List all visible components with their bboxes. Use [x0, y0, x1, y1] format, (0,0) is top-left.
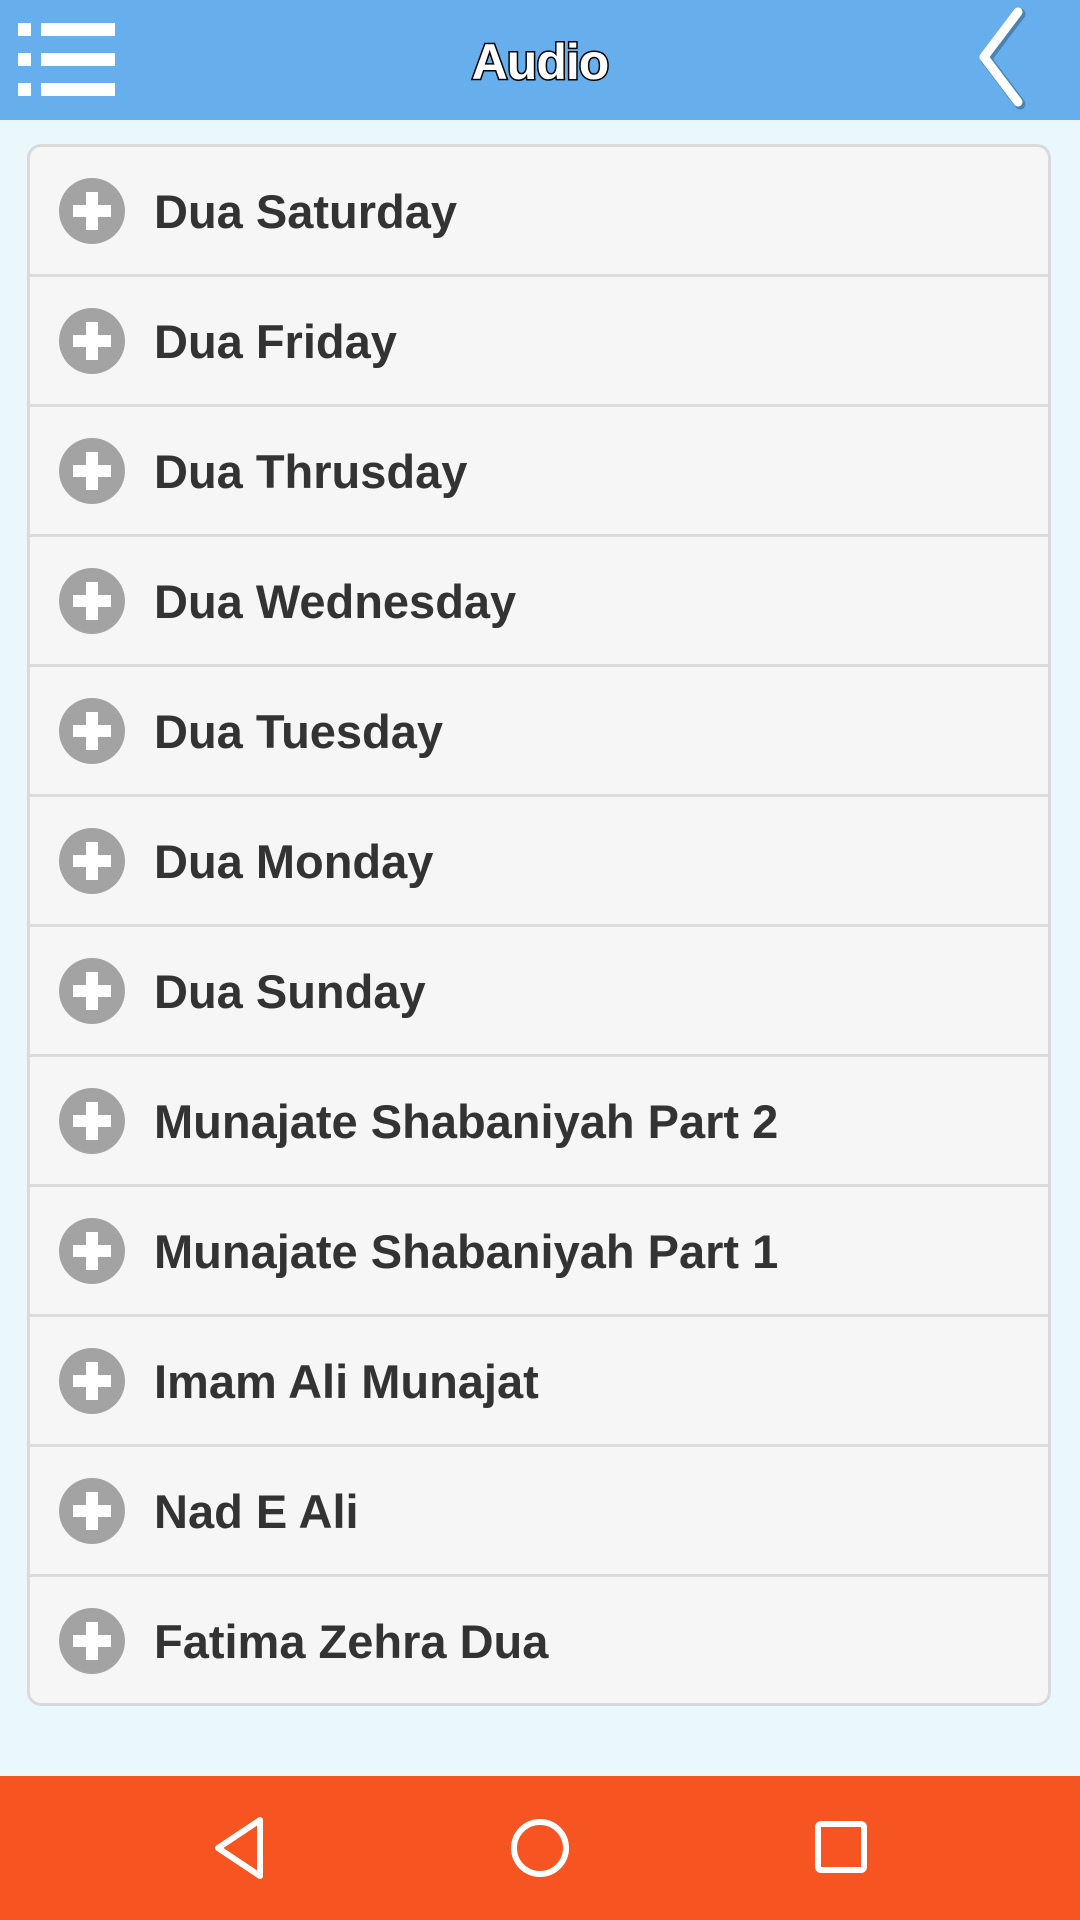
list-item-label: Dua Sunday — [154, 965, 426, 1018]
plus-circle-icon — [59, 1218, 125, 1284]
list-item[interactable]: Nad E Ali — [30, 1447, 1048, 1577]
list-item[interactable]: Dua Wednesday — [30, 537, 1048, 667]
audio-list: Dua Saturday Dua Friday Dua Thrusday Dua We… — [27, 144, 1051, 1706]
plus-circle-icon — [59, 1088, 125, 1154]
app-header: Audio — [0, 0, 1080, 120]
nav-back-button[interactable] — [200, 1812, 280, 1884]
back-button[interactable] — [974, 4, 1034, 110]
back-triangle-icon — [215, 1817, 263, 1879]
nav-home-button[interactable] — [500, 1812, 580, 1884]
list-item[interactable]: Dua Tuesday — [30, 667, 1048, 797]
list-item-label: Imam Ali Munajat — [154, 1355, 539, 1408]
android-navigation-bar — [0, 1776, 1080, 1920]
plus-circle-icon — [59, 438, 125, 504]
plus-circle-icon — [59, 308, 125, 374]
plus-circle-icon — [59, 1478, 125, 1544]
list-item-label: Dua Friday — [154, 315, 397, 368]
list-item[interactable]: Dua Friday — [30, 277, 1048, 407]
list-item-label: Munajate Shabaniyah Part 1 — [154, 1225, 779, 1278]
plus-circle-icon — [59, 698, 125, 764]
nav-recents-button[interactable] — [800, 1812, 880, 1884]
list-item-label: Dua Saturday — [154, 185, 457, 238]
plus-circle-icon — [59, 1348, 125, 1414]
plus-circle-icon — [59, 178, 125, 244]
list-item[interactable]: Munajate Shabaniyah Part 2 — [30, 1057, 1048, 1187]
list-item[interactable]: Munajate Shabaniyah Part 1 — [30, 1187, 1048, 1317]
plus-circle-icon — [59, 828, 125, 894]
recents-square-icon — [815, 1821, 867, 1873]
list-item[interactable]: Dua Monday — [30, 797, 1048, 927]
page-title: Audio — [470, 33, 611, 92]
chevron-left-icon — [979, 7, 1026, 110]
list-item-label: Munajate Shabaniyah Part 2 — [154, 1095, 779, 1148]
list-item-label: Nad E Ali — [154, 1485, 359, 1538]
list-item-label: Dua Tuesday — [154, 705, 444, 758]
plus-circle-icon — [59, 958, 125, 1024]
list-item[interactable]: Fatima Zehra Dua — [30, 1577, 1048, 1703]
plus-circle-icon — [59, 1608, 125, 1674]
home-circle-icon — [511, 1819, 569, 1877]
list-item[interactable]: Dua Thrusday — [30, 407, 1048, 537]
list-item[interactable]: Dua Saturday — [30, 147, 1048, 277]
plus-circle-icon — [59, 568, 125, 634]
list-item[interactable]: Dua Sunday — [30, 927, 1048, 1057]
list-item-label: Dua Wednesday — [154, 575, 517, 628]
list-item[interactable]: Imam Ali Munajat — [30, 1317, 1048, 1447]
list-item-label: Fatima Zehra Dua — [154, 1615, 549, 1668]
list-item-label: Dua Thrusday — [154, 445, 468, 498]
list-item-label: Dua Monday — [154, 835, 434, 888]
